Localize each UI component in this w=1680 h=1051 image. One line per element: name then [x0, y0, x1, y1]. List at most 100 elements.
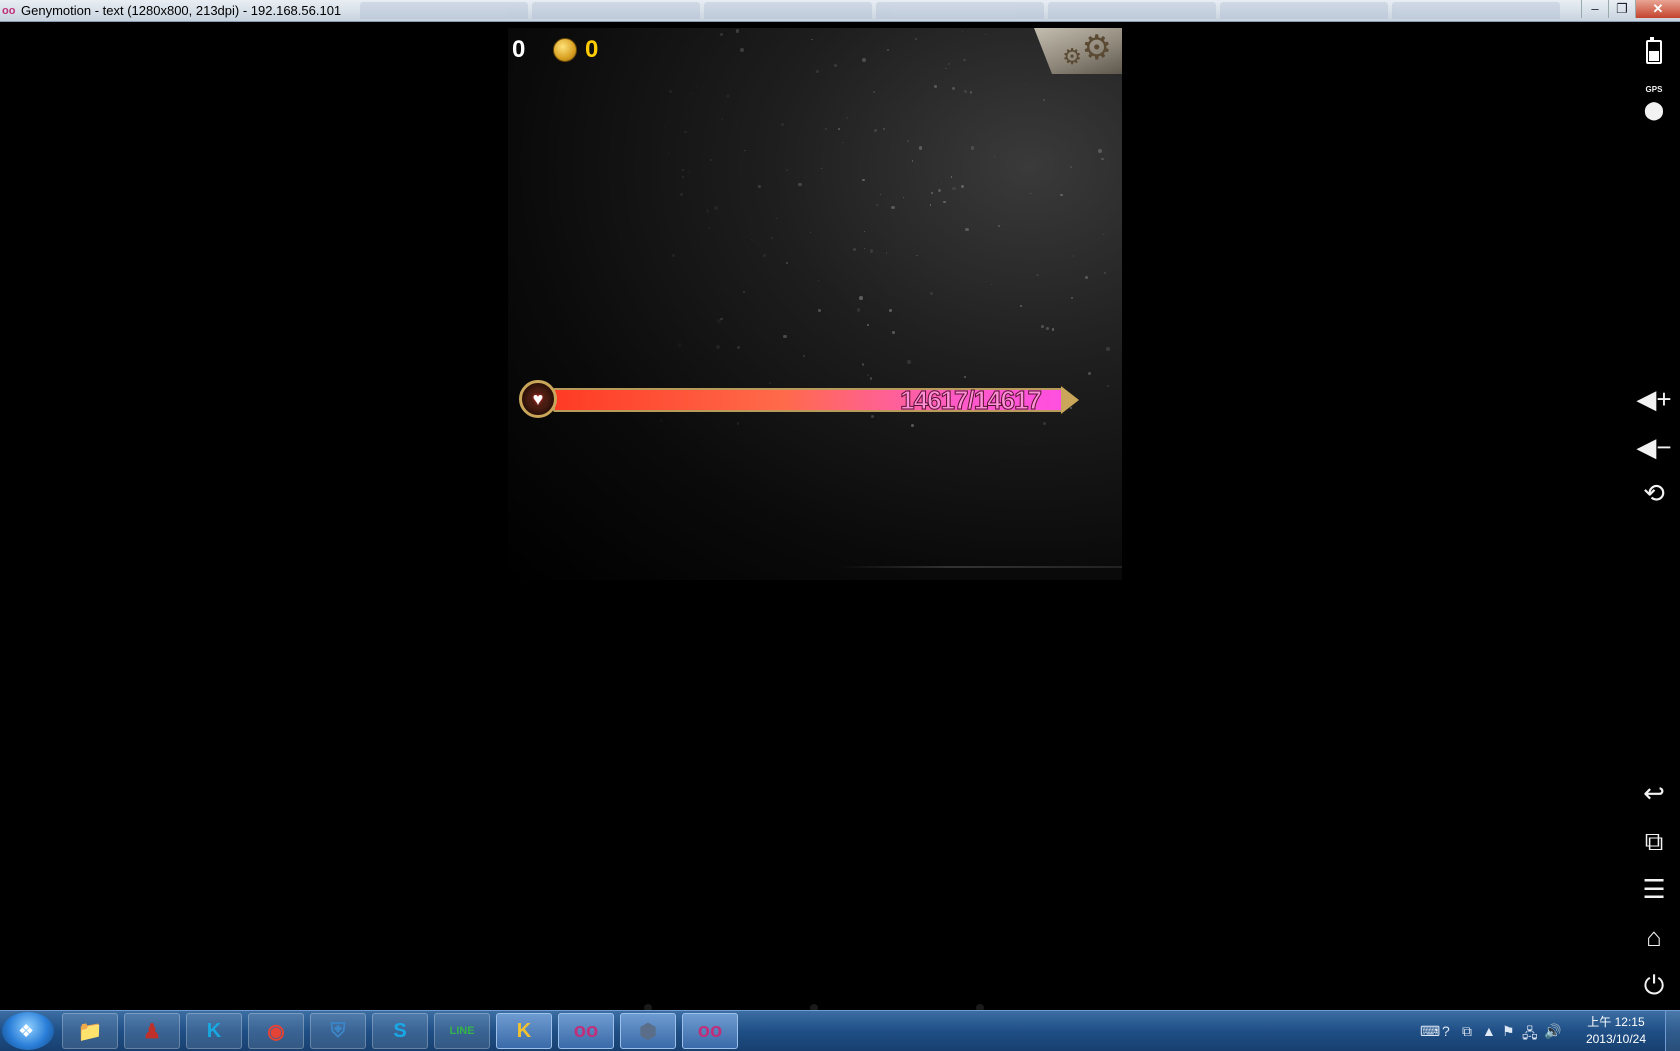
action-center-flag-icon[interactable]: ⚑	[1502, 1023, 1515, 1040]
dust-particle	[1035, 273, 1039, 277]
dust-particle	[720, 33, 724, 37]
dust-particle	[707, 226, 710, 229]
dust-particle	[786, 169, 789, 172]
clock[interactable]: 上午 12:15 2013/10/24	[1586, 1014, 1646, 1048]
show-hidden-icons-icon[interactable]: ▲	[1482, 1023, 1496, 1039]
dust-particle	[984, 33, 987, 36]
dust-particle	[858, 296, 863, 301]
background-tab	[1220, 2, 1388, 19]
taskbar-app-shield-app[interactable]: ⛨	[310, 1013, 366, 1049]
taskbar-app-skype[interactable]: S	[372, 1013, 428, 1049]
dust-particle	[915, 37, 918, 40]
settings-button[interactable]: ⚙ ⚙	[1034, 28, 1122, 74]
rotate-icon: ⟲	[1643, 478, 1665, 508]
dust-particle	[863, 247, 865, 249]
dust-particle	[930, 292, 933, 295]
rotate-button[interactable]: ⟲	[1628, 480, 1680, 506]
dust-particle	[842, 141, 844, 143]
dust-particle	[997, 224, 1000, 227]
battery-button[interactable]	[1628, 37, 1680, 68]
emulator-screen[interactable]: 0 0 ⚙ ⚙ ♥ 14617/14617	[0, 22, 1628, 1012]
windows-taskbar: ❖ 📁 ♟ K ◉ ⛨ S LINE Koo ⬢ oo ⌨ ? ⧉ ▲ ⚑ 🖧 🔊 上午 12:1…	[0, 1010, 1680, 1051]
dust-particle	[1088, 372, 1092, 376]
dust-particle	[825, 128, 827, 130]
dust-particle	[757, 185, 761, 189]
taskbar-app-k-app[interactable]: K	[186, 1013, 242, 1049]
taskbar-app-genymotion-1[interactable]: oo	[558, 1013, 614, 1049]
clock-date: 2013/10/24	[1585, 1032, 1646, 1046]
dust-particle	[856, 308, 861, 312]
network-icon[interactable]: 🖧	[1522, 1023, 1538, 1047]
notification-icon[interactable]: ⧉	[1462, 1023, 1472, 1040]
help-icon[interactable]: ?	[1442, 1023, 1450, 1039]
power-icon: ⏻	[1643, 970, 1665, 1000]
taskbar-app-red-app[interactable]: ♟	[124, 1013, 180, 1049]
dust-particle	[684, 130, 687, 134]
dust-particle	[735, 29, 740, 33]
dust-particle	[726, 94, 729, 97]
taskbar-app-yellow-app[interactable]: K	[496, 1013, 552, 1049]
volume-down-button[interactable]: ◀−	[1628, 434, 1680, 460]
dust-particle	[916, 254, 918, 257]
gps-label: GPS	[1645, 85, 1663, 94]
dust-particle	[931, 192, 934, 195]
dust-particle	[875, 204, 878, 207]
dust-particle	[907, 139, 910, 142]
taskbar-app-genymotion-2[interactable]: oo	[682, 1013, 738, 1049]
dust-particle	[1019, 305, 1022, 307]
taskbar-app-line[interactable]: LINE	[434, 1013, 490, 1049]
dust-particle	[783, 334, 787, 339]
keyboard-icon[interactable]: ⌨	[1420, 1023, 1440, 1040]
dust-particle	[951, 186, 956, 191]
system-tray: ⌨ ? ⧉ ▲ ⚑ 🖧 🔊 上午 12:15 2013/10/24	[1420, 1011, 1680, 1051]
heart-icon: ♥	[519, 380, 557, 418]
dust-particle	[1106, 347, 1110, 352]
genymotion-logo-icon: oo	[2, 5, 16, 17]
dust-particle	[737, 422, 740, 425]
skype-icon: S	[393, 1019, 407, 1042]
minimize-button[interactable]: –	[1581, 0, 1608, 18]
start-button[interactable]: ❖	[2, 1012, 54, 1050]
volume-icon[interactable]: 🔊	[1544, 1023, 1561, 1040]
window-title-bar[interactable]: oo Genymotion - text (1280x800, 213dpi) …	[0, 0, 1680, 22]
dust-particle	[872, 90, 876, 94]
taskbar-app-chrome[interactable]: ◉	[248, 1013, 304, 1049]
dust-particle	[1051, 328, 1055, 332]
dust-particle	[671, 253, 675, 257]
dust-particle	[951, 86, 956, 91]
power-button[interactable]: ⏻	[1628, 972, 1680, 998]
menu-button[interactable]: ☰	[1628, 876, 1680, 902]
dust-particle	[687, 170, 690, 172]
dust-particle	[969, 91, 973, 94]
dust-particle	[918, 146, 922, 150]
dust-particle	[961, 31, 963, 33]
volume-up-button[interactable]: ◀+	[1628, 386, 1680, 412]
close-button[interactable]: ✕	[1635, 0, 1680, 18]
taskbar-app-virtualbox[interactable]: ⬢	[620, 1013, 676, 1049]
taskbar-app-file-explorer[interactable]: 📁	[62, 1013, 118, 1049]
dust-particle	[721, 117, 724, 120]
gps-button[interactable]: GPS ⬤	[1628, 86, 1680, 120]
home-button[interactable]: ⌂	[1628, 924, 1680, 950]
dust-particle	[695, 85, 698, 87]
recent-apps-icon: ⧉	[1644, 826, 1664, 856]
dust-particle	[947, 62, 950, 65]
dust-particle	[678, 342, 682, 347]
dust-particle	[929, 204, 932, 206]
back-button[interactable]: ↩	[1628, 780, 1680, 806]
dust-particle	[775, 217, 777, 219]
restore-button[interactable]: ❐	[1608, 0, 1635, 18]
menu-icon: ☰	[1642, 874, 1666, 904]
hp-bar-arrow-tip	[1061, 386, 1079, 414]
dust-particle	[891, 205, 895, 210]
show-desktop-button[interactable]	[1665, 1011, 1680, 1051]
yellow-app-icon: K	[516, 1019, 532, 1042]
game-view[interactable]: 0 0 ⚙ ⚙ ♥ 14617/14617	[508, 28, 1122, 580]
background-tab	[1392, 2, 1560, 19]
dust-particle	[681, 168, 684, 171]
dust-particle	[911, 160, 914, 162]
window-title: Genymotion - text (1280x800, 213dpi) - 1…	[21, 3, 342, 18]
dust-particle	[739, 48, 744, 52]
recent-apps-button[interactable]: ⧉	[1628, 828, 1680, 854]
background-tab	[704, 2, 872, 19]
